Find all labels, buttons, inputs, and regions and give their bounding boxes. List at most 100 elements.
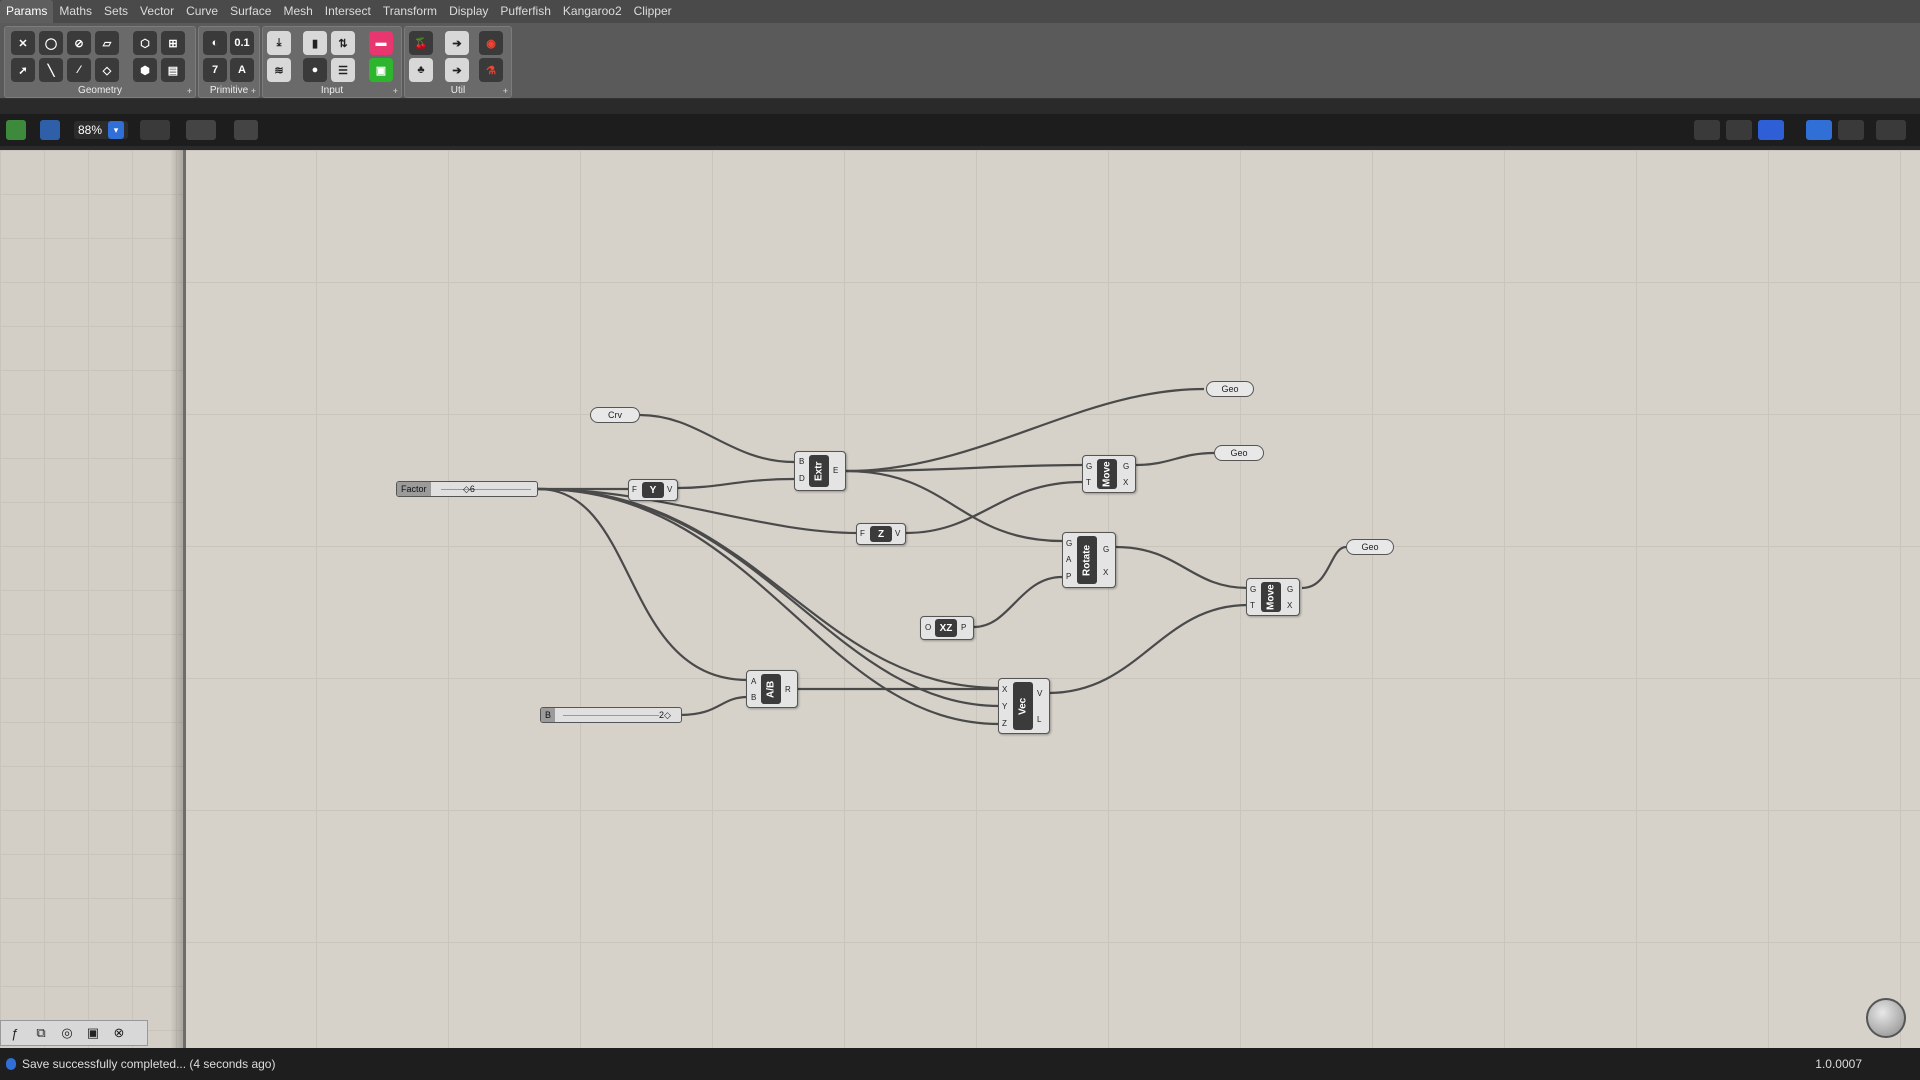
mesh-param-icon[interactable]: ⊞ bbox=[161, 31, 185, 55]
chevron-down-icon[interactable]: ▾ bbox=[108, 121, 124, 139]
pin-y[interactable]: Y bbox=[1002, 702, 1007, 711]
pin-l[interactable]: L bbox=[1037, 715, 1041, 724]
crv-param[interactable]: Crv bbox=[590, 407, 640, 423]
layers-icon[interactable]: ⧉ bbox=[31, 1023, 51, 1043]
panel-download-icon[interactable]: ⤓ bbox=[267, 31, 291, 55]
relay-arrow-icon[interactable]: ➔ bbox=[445, 31, 469, 55]
pin-g[interactable]: G bbox=[1250, 585, 1256, 594]
tab-display[interactable]: Display bbox=[443, 0, 494, 23]
preview-off-icon[interactable] bbox=[1726, 120, 1752, 140]
pin-x[interactable]: X bbox=[1103, 568, 1108, 577]
document-preview-icon[interactable] bbox=[1838, 120, 1864, 140]
tab-mesh[interactable]: Mesh bbox=[277, 0, 318, 23]
expand-icon[interactable]: + bbox=[187, 86, 192, 96]
pin-g[interactable]: G bbox=[1066, 539, 1072, 548]
vector-xyz-component[interactable]: X Y Z Vec V L bbox=[998, 678, 1050, 734]
curve-param-icon[interactable]: ⊘ bbox=[67, 31, 91, 55]
pin-p[interactable]: P bbox=[961, 623, 966, 632]
pin-t[interactable]: T bbox=[1086, 478, 1091, 487]
tab-surface[interactable]: Surface bbox=[224, 0, 277, 23]
close-icon[interactable]: ⊗ bbox=[109, 1023, 129, 1043]
b-slider[interactable]: B 2◇ bbox=[540, 707, 682, 723]
image-sampler-icon[interactable]: ▣ bbox=[369, 58, 393, 82]
pin-g[interactable]: G bbox=[1086, 462, 1092, 471]
tree-icon[interactable]: ♣ bbox=[409, 58, 433, 82]
circle-param-icon[interactable]: ◯ bbox=[39, 31, 63, 55]
line-param-icon[interactable]: ╲ bbox=[39, 58, 63, 82]
rotate-component[interactable]: G A P Rotate G X bbox=[1062, 532, 1116, 588]
gradient-icon[interactable]: ≋ bbox=[267, 58, 291, 82]
pin-f[interactable]: F bbox=[632, 485, 637, 494]
pin-p[interactable]: P bbox=[1066, 572, 1071, 581]
pin-v[interactable]: V bbox=[1037, 689, 1042, 698]
move-component-2[interactable]: G T Move G X bbox=[1246, 578, 1300, 616]
expand-icon[interactable]: + bbox=[393, 86, 398, 96]
fx-icon[interactable]: ƒ bbox=[5, 1023, 25, 1043]
button-object-icon[interactable]: ● bbox=[303, 58, 327, 82]
tab-intersect[interactable]: Intersect bbox=[319, 0, 377, 23]
pin-r[interactable]: R bbox=[785, 685, 791, 694]
box-param-icon[interactable]: ⬢ bbox=[133, 58, 157, 82]
digit-scroller-icon[interactable]: ⇅ bbox=[331, 31, 355, 55]
preview-wire-icon[interactable] bbox=[1694, 120, 1720, 140]
boolean-param-icon[interactable]: ◐ bbox=[203, 31, 227, 55]
unit-z-component[interactable]: F Z V bbox=[856, 523, 906, 545]
pin-g-out[interactable]: G bbox=[1287, 585, 1293, 594]
geo-param-1[interactable]: Geo bbox=[1206, 381, 1254, 397]
zoom-extents-icon[interactable] bbox=[140, 120, 170, 140]
division-component[interactable]: A B A/B R bbox=[746, 670, 798, 708]
pin-t[interactable]: T bbox=[1250, 601, 1255, 610]
pin-x[interactable]: X bbox=[1123, 478, 1128, 487]
arc-param-icon[interactable]: ⁄ bbox=[67, 58, 91, 82]
tab-curve[interactable]: Curve bbox=[180, 0, 224, 23]
preview-selected-icon[interactable] bbox=[1806, 120, 1832, 140]
geo-param-3[interactable]: Geo bbox=[1346, 539, 1394, 555]
extrude-component[interactable]: B D Extr E bbox=[794, 451, 846, 491]
pin-x[interactable]: X bbox=[1287, 601, 1292, 610]
tab-params[interactable]: Params bbox=[0, 0, 54, 23]
brep-param-icon[interactable]: ⬡ bbox=[133, 31, 157, 55]
unit-y-component[interactable]: F Y V bbox=[628, 479, 678, 501]
pin-a[interactable]: A bbox=[751, 677, 756, 686]
pin-d[interactable]: D bbox=[799, 474, 805, 483]
field-param-icon[interactable]: ▤ bbox=[161, 58, 185, 82]
number-param-icon[interactable]: 0.1 bbox=[230, 31, 254, 55]
tab-pufferfish[interactable]: Pufferfish bbox=[494, 0, 556, 23]
canvas[interactable] bbox=[186, 150, 1920, 1048]
flask-icon[interactable]: ⚗ bbox=[479, 58, 503, 82]
pin-g-out[interactable]: G bbox=[1123, 462, 1129, 471]
group-icon[interactable]: ▣ bbox=[83, 1023, 103, 1043]
preview-mesh-icon[interactable] bbox=[1876, 120, 1906, 140]
tab-kangaroo2[interactable]: Kangaroo2 bbox=[557, 0, 628, 23]
pin-o[interactable]: O bbox=[925, 623, 931, 632]
toggle-icon[interactable]: ▮ bbox=[303, 31, 327, 55]
data-arrow-icon[interactable]: ➔ bbox=[445, 58, 469, 82]
text-param-icon[interactable]: A bbox=[230, 58, 254, 82]
expand-icon[interactable]: + bbox=[251, 86, 256, 96]
vector-param-icon[interactable]: ➚ bbox=[11, 58, 35, 82]
open-file-icon[interactable] bbox=[6, 120, 26, 140]
pin-v[interactable]: V bbox=[895, 529, 900, 538]
preview-shaded-icon[interactable] bbox=[1758, 120, 1784, 140]
save-file-icon[interactable] bbox=[40, 120, 60, 140]
value-list-icon[interactable]: ☰ bbox=[331, 58, 355, 82]
navigation-wheel-icon[interactable] bbox=[1866, 998, 1906, 1038]
tab-clipper[interactable]: Clipper bbox=[628, 0, 678, 23]
factor-slider[interactable]: Factor ◇6 bbox=[396, 481, 538, 497]
fitness-icon[interactable]: ◉ bbox=[479, 31, 503, 55]
pin-g-out[interactable]: G bbox=[1103, 545, 1109, 554]
expand-icon[interactable]: + bbox=[503, 86, 508, 96]
preview-eye-icon[interactable] bbox=[186, 120, 216, 140]
tab-vector[interactable]: Vector bbox=[134, 0, 180, 23]
plane-param-icon[interactable]: ◇ bbox=[95, 58, 119, 82]
tab-sets[interactable]: Sets bbox=[98, 0, 134, 23]
pin-x[interactable]: X bbox=[1002, 685, 1007, 694]
move-component-1[interactable]: G T Move G X bbox=[1082, 455, 1136, 493]
xz-plane-component[interactable]: O XZ P bbox=[920, 616, 974, 640]
pin-a[interactable]: A bbox=[1066, 555, 1071, 564]
pin-b[interactable]: B bbox=[751, 693, 756, 702]
pin-v[interactable]: V bbox=[667, 485, 672, 494]
cherry-picker-icon[interactable]: 🍒 bbox=[409, 31, 433, 55]
pin-e[interactable]: E bbox=[833, 466, 838, 475]
sketch-pen-icon[interactable] bbox=[234, 120, 258, 140]
